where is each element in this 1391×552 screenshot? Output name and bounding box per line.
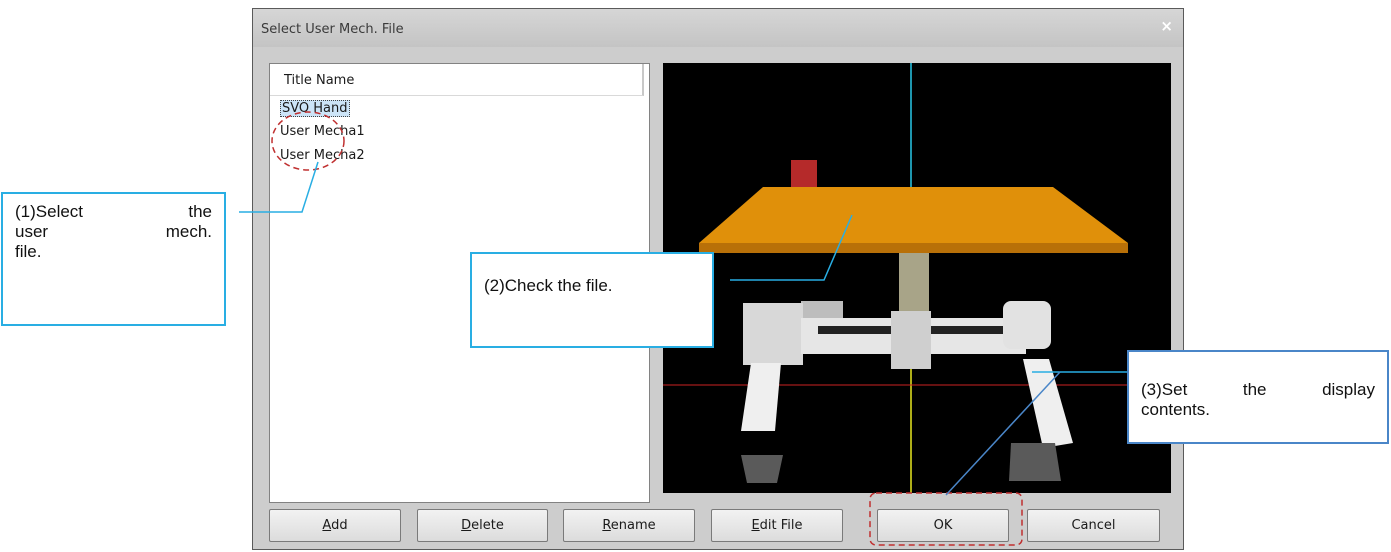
callout-check-file: (2)Check the file. <box>470 252 714 348</box>
pointer-line-display <box>945 371 1061 496</box>
callout-select-line1-wrap: (1)Select the <box>15 202 212 222</box>
callout-set-display: (3)Set the display contents. <box>1127 350 1389 444</box>
callout-select-line3: file. <box>15 242 42 261</box>
callout-display-line1: (3)Set the display <box>1141 380 1375 399</box>
callout-display-line2: contents. <box>1141 400 1210 419</box>
callout-select-line2: user mech. <box>15 222 212 241</box>
highlight-ok-button <box>869 492 1023 546</box>
pointer-line-check <box>730 214 853 281</box>
callout-select-line1: (1)Select the <box>15 202 212 221</box>
callout-select-file: (1)Select the user mech. file. <box>1 192 226 326</box>
highlight-list-selection <box>271 111 345 171</box>
